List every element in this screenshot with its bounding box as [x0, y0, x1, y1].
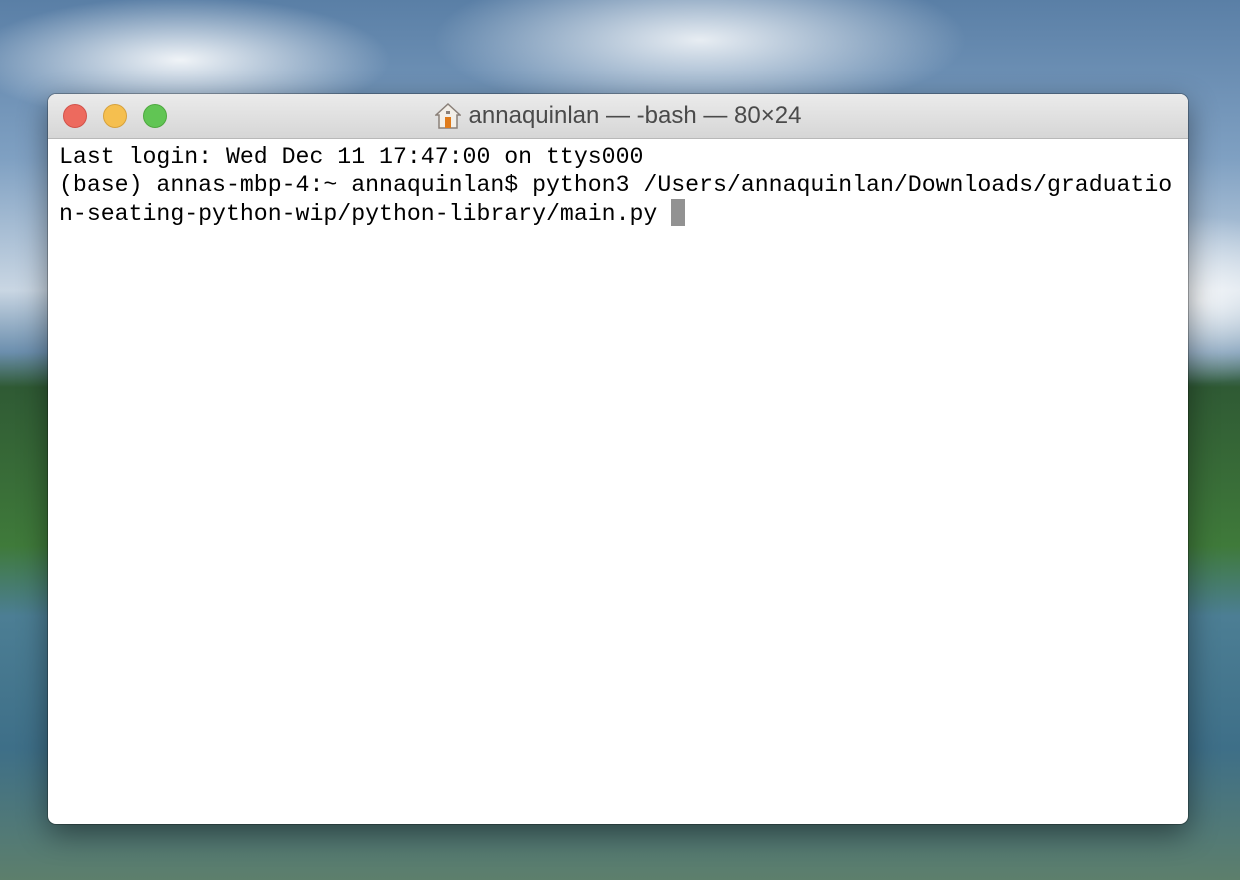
- terminal-line: (base) annas-mbp-4:~ annaquinlan$ python…: [59, 172, 1173, 198]
- terminal-line: n-seating-python-wip/python-library/main…: [59, 199, 1177, 228]
- window-title: annaquinlan — -bash — 80×24: [48, 94, 1188, 138]
- terminal-output[interactable]: Last login: Wed Dec 11 17:47:00 on ttys0…: [48, 139, 1188, 232]
- terminal-line-text: n-seating-python-wip/python-library/main…: [59, 201, 672, 227]
- title-bar[interactable]: annaquinlan — -bash — 80×24: [48, 94, 1188, 139]
- window-title-text: annaquinlan — -bash — 80×24: [468, 102, 802, 129]
- home-folder-icon: [434, 102, 461, 129]
- terminal-line: Last login: Wed Dec 11 17:47:00 on ttys0…: [59, 144, 644, 170]
- terminal-window: annaquinlan — -bash — 80×24 Last login: …: [48, 94, 1188, 824]
- text-cursor: [671, 199, 686, 226]
